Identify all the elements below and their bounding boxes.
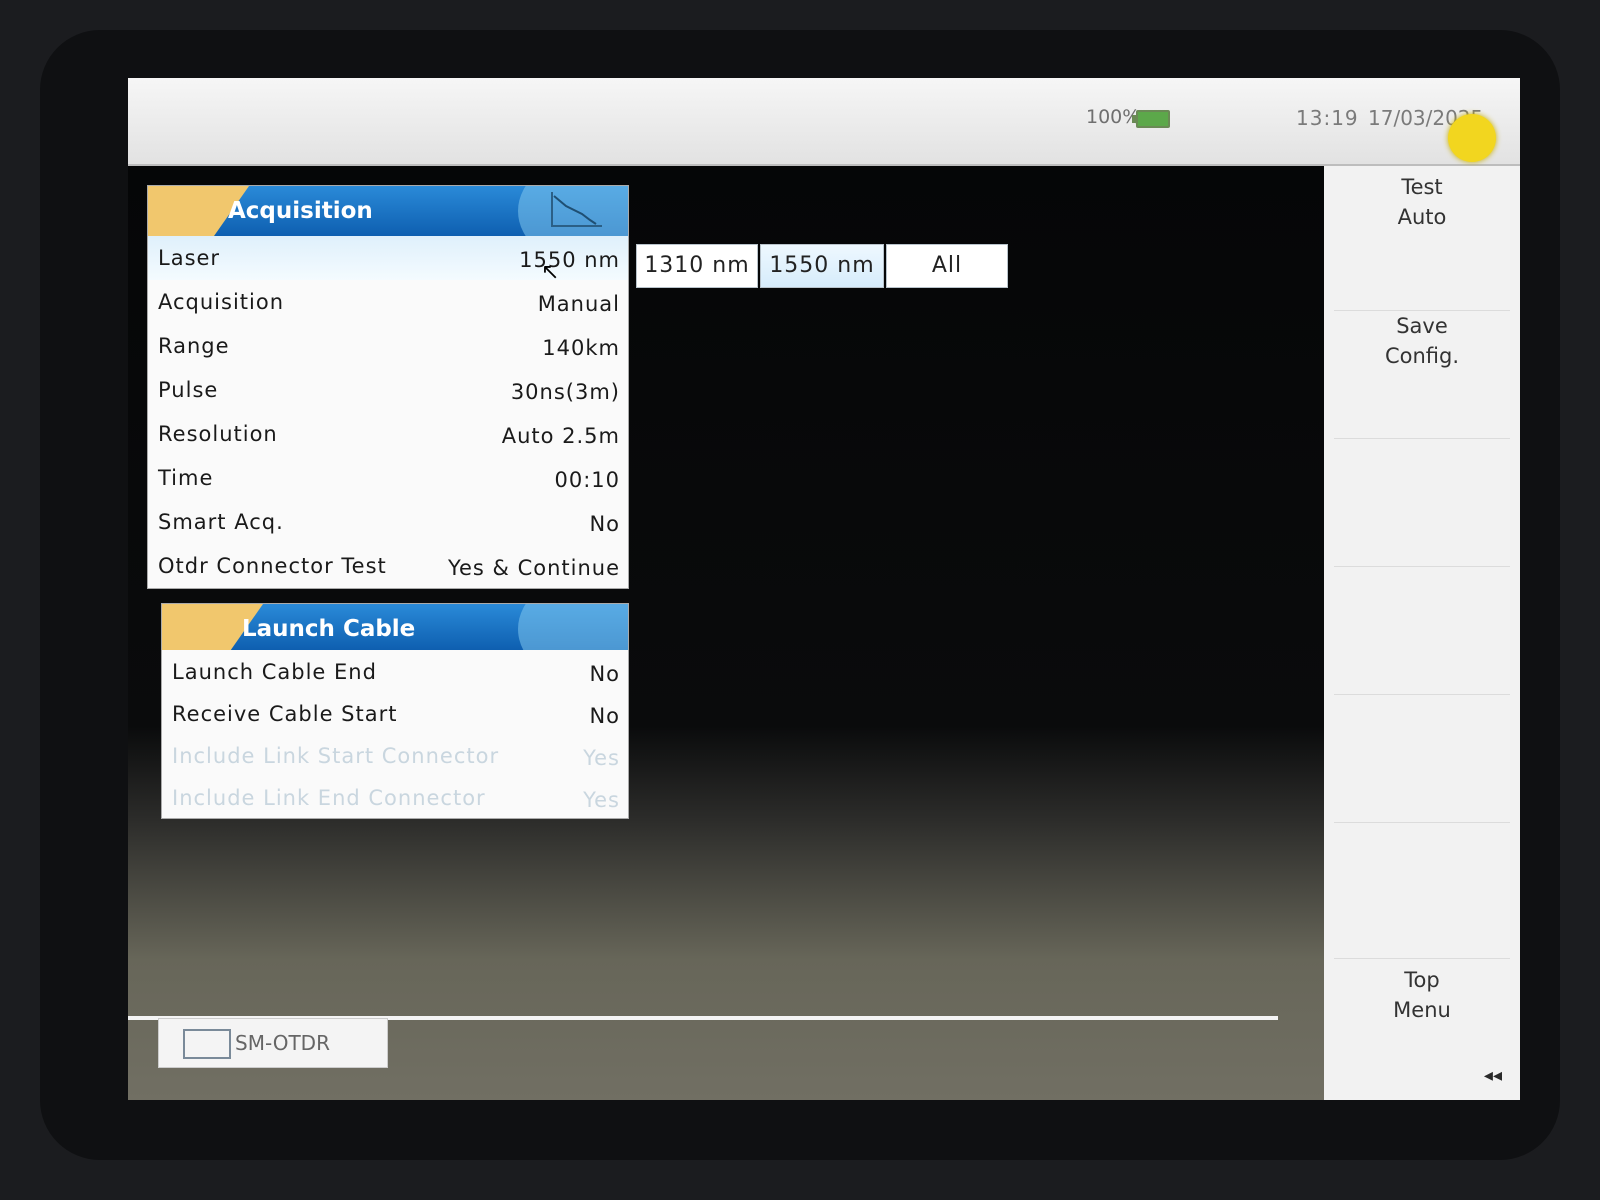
mouse-cursor-icon: ↖ [541,260,560,285]
row-include-link-start-connector: Include Link Start Connector Yes [162,734,628,776]
row-label: Otdr Connector Test [158,554,387,578]
row-value: 140km [542,336,620,360]
acquisition-panel-header: Acquisition [148,186,628,236]
row-acquisition[interactable]: Acquisition Manual [148,280,628,324]
softkey-empty-3[interactable] [1334,438,1510,567]
laser-option-all[interactable]: All [886,244,1008,288]
row-receive-cable-start[interactable]: Receive Cable Start No [162,692,628,734]
row-label: Smart Acq. [158,510,284,534]
scroll-back-icon[interactable]: ◂◂ [1484,1065,1502,1086]
row-value: Manual [537,292,620,316]
row-label: Launch Cable End [172,660,377,684]
row-smart-acq[interactable]: Smart Acq. No [148,500,628,544]
row-value: Auto 2.5m [501,424,620,448]
acquisition-panel-title: Acquisition [228,198,373,224]
row-include-link-end-connector: Include Link End Connector Yes [162,776,628,818]
row-pulse[interactable]: Pulse 30ns(3m) [148,368,628,412]
tab-sm-otdr[interactable]: SM-OTDR [158,1018,388,1068]
acquisition-panel: Acquisition Laser 1550 nm Acquisition Ma… [148,186,628,588]
status-led-icon [1448,114,1496,162]
softkey-line: Test [1401,175,1443,199]
row-range[interactable]: Range 140km [148,324,628,368]
softkey-line: Menu [1393,998,1451,1022]
tab-label: SM-OTDR [235,1031,330,1055]
test-auto-button[interactable]: Test Auto [1334,172,1510,300]
softkey-line: Top [1404,968,1440,992]
row-resolution[interactable]: Resolution Auto 2.5m [148,412,628,456]
row-label: Range [158,334,230,358]
otdr-module-icon [183,1029,231,1059]
row-value: No [589,704,620,728]
launch-cable-panel-header: Launch Cable [162,604,628,650]
row-label: Include Link Start Connector [172,744,500,768]
status-bar: 100% 13:19 17/03/2025 [128,78,1520,166]
row-label: Pulse [158,378,219,402]
softkey-empty-5[interactable] [1334,694,1510,823]
softkey-line: Save [1396,314,1448,338]
softkey-empty-4[interactable] [1334,566,1510,695]
row-label: Resolution [158,422,278,446]
row-value: No [589,512,620,536]
launch-cable-panel-title: Launch Cable [242,616,416,642]
row-label: Include Link End Connector [172,786,486,810]
softkey-line: Config. [1384,344,1460,368]
row-value: Yes [583,746,620,770]
row-value: No [589,662,620,686]
softkey-empty-6[interactable] [1334,822,1510,951]
battery-icon [1132,110,1170,128]
save-config-button[interactable]: Save Config. [1334,310,1510,439]
row-launch-cable-end[interactable]: Launch Cable End No [162,650,628,692]
row-label: Time [158,466,214,490]
row-value: 00:10 [554,468,620,492]
row-label: Laser [158,246,221,270]
row-value: Yes [583,788,620,812]
row-label: Receive Cable Start [172,702,398,726]
softkey-line: Auto [1397,205,1447,229]
laser-option-1550[interactable]: 1550 nm [760,244,884,288]
row-value: 30ns(3m) [510,380,620,404]
laser-option-1310[interactable]: 1310 nm [636,244,758,288]
row-time[interactable]: Time 00:10 [148,456,628,500]
launch-cable-panel: Launch Cable Launch Cable End No Receive… [162,604,628,818]
row-value: 1550 nm [519,248,620,272]
otdr-screen: 100% 13:19 17/03/2025 Acquisition Laser … [128,78,1520,1100]
otdr-trace-icon [551,192,602,227]
softkey-column: Test Auto Save Config. Top Menu ◂◂ [1324,166,1520,1100]
row-label: Acquisition [158,290,285,314]
row-value: Yes & Continue [447,556,620,580]
row-otdr-connector-test[interactable]: Otdr Connector Test Yes & Continue [148,544,628,588]
clock-time: 13:19 [1296,106,1359,130]
